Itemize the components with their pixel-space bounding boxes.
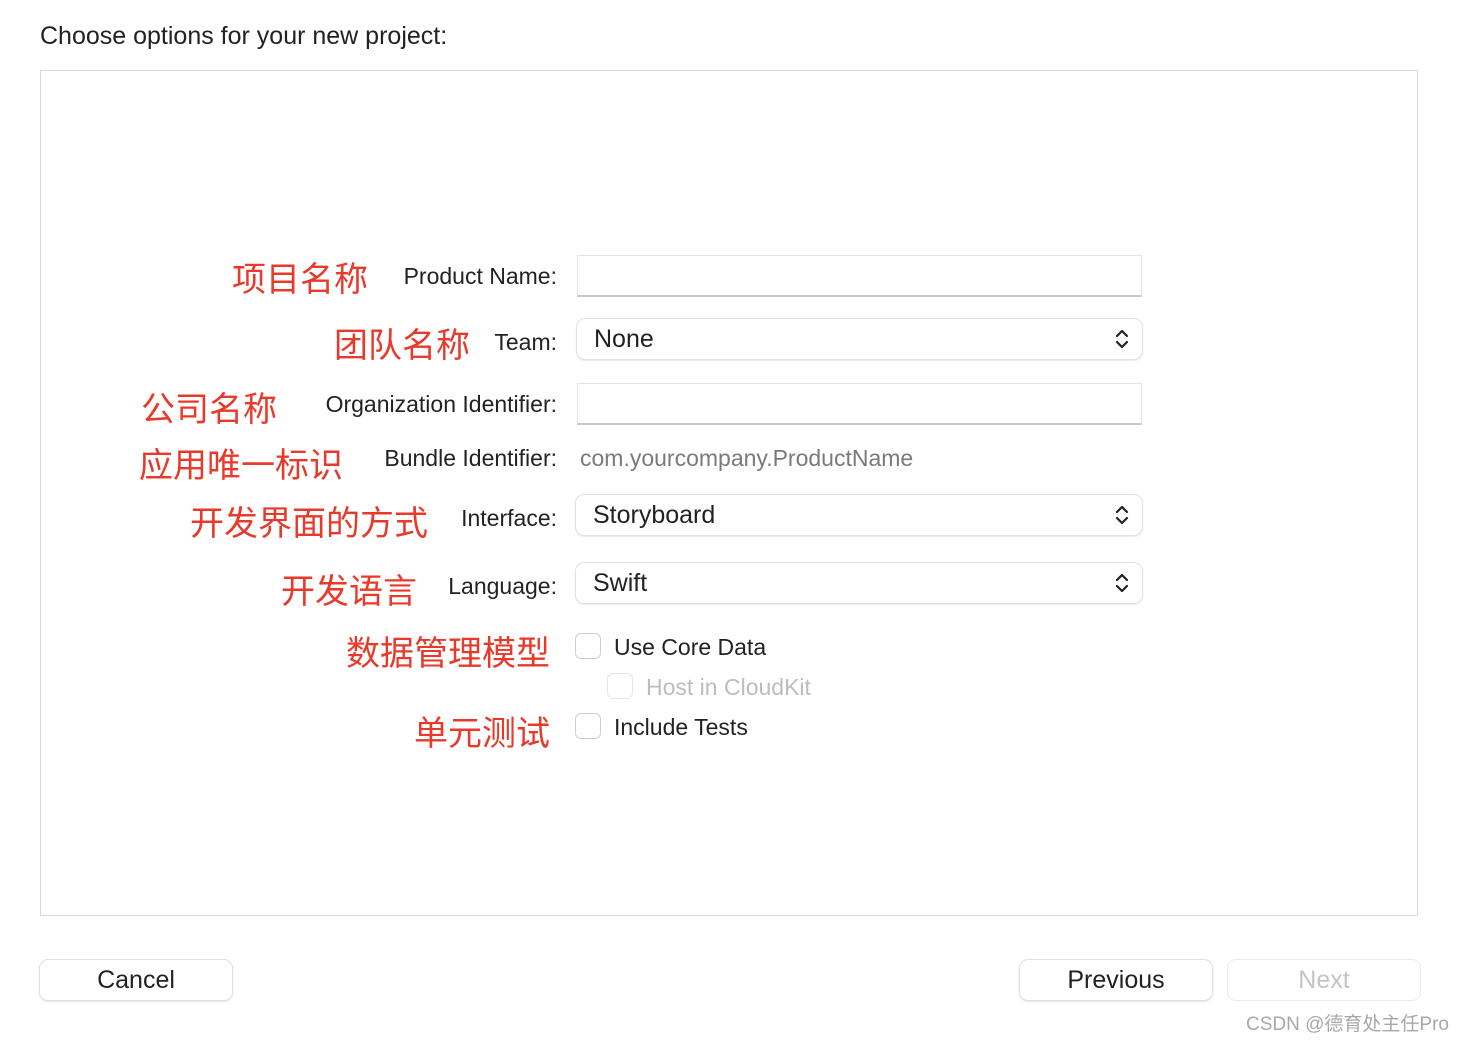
annotation-bundle-id: 应用唯一标识 [139, 447, 343, 485]
annotation-product-name: 项目名称 [232, 261, 368, 299]
interface-value: Storyboard [593, 501, 716, 529]
host-in-cloudkit-label: Host in CloudKit [646, 674, 811, 700]
team-select[interactable]: None [577, 319, 1142, 359]
annotation-core-data: 数据管理模型 [346, 635, 550, 673]
chevron-up-down-icon [1115, 505, 1129, 525]
team-label: Team: [494, 329, 557, 355]
bundle-id-value: com.yourcompany.ProductName [580, 445, 914, 471]
options-panel [40, 70, 1418, 916]
annotation-team: 团队名称 [334, 327, 470, 365]
annotation-language: 开发语言 [281, 573, 417, 611]
host-in-cloudkit-checkbox[interactable] [607, 673, 633, 699]
next-button[interactable]: Next [1228, 960, 1420, 1000]
product-name-label: Product Name: [403, 263, 557, 289]
previous-button[interactable]: Previous [1020, 960, 1212, 1000]
cancel-button[interactable]: Cancel [40, 960, 232, 1000]
include-tests-checkbox[interactable] [575, 713, 601, 739]
include-tests-label[interactable]: Include Tests [614, 714, 748, 741]
annotation-interface: 开发界面的方式 [190, 505, 428, 543]
chevron-up-down-icon [1115, 573, 1129, 593]
bundle-id-label: Bundle Identifier: [384, 445, 557, 471]
chevron-up-down-icon [1115, 329, 1129, 349]
org-id-label: Organization Identifier: [325, 391, 557, 417]
dialog-title: Choose options for your new project: [40, 22, 448, 50]
team-value: None [594, 325, 654, 353]
use-core-data-checkbox[interactable] [575, 633, 601, 659]
interface-label: Interface: [461, 505, 557, 531]
org-id-input[interactable] [577, 383, 1142, 425]
product-name-input[interactable] [577, 255, 1142, 297]
language-label: Language: [448, 573, 557, 599]
language-value: Swift [593, 569, 648, 597]
watermark: CSDN @德育处主任Pro [1246, 1014, 1449, 1035]
use-core-data-label[interactable]: Use Core Data [614, 634, 766, 661]
interface-select[interactable]: Storyboard [576, 495, 1142, 535]
annotation-tests: 单元测试 [414, 715, 550, 753]
language-select[interactable]: Swift [576, 563, 1142, 603]
annotation-org-id: 公司名称 [141, 391, 277, 429]
